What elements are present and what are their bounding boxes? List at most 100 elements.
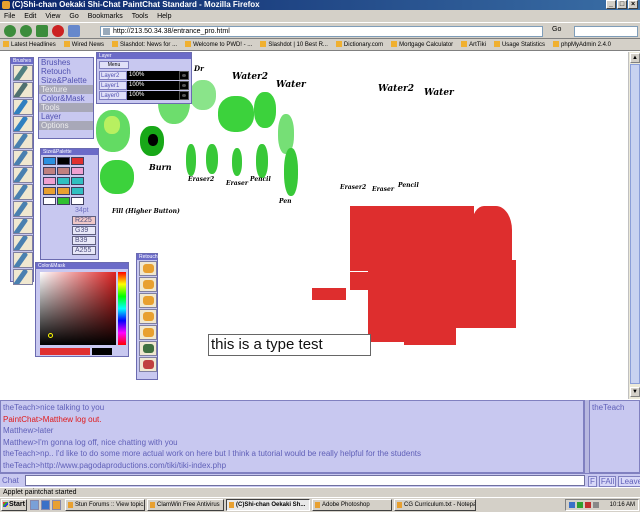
firefox-launch-icon[interactable] <box>52 500 61 510</box>
hue-slider[interactable] <box>118 272 126 345</box>
brush-dodge[interactable] <box>13 269 33 285</box>
alpha-value[interactable]: A255 <box>72 246 96 255</box>
menu-bookmarks[interactable]: Bookmarks <box>88 13 123 20</box>
user-list-item[interactable]: theTeach <box>592 403 637 412</box>
layer-row[interactable]: Layer0 100% <box>99 91 191 100</box>
bookmark-usage-statistics[interactable]: Usage Statistics <box>494 41 545 48</box>
menu-item-texture[interactable]: Texture <box>39 85 93 94</box>
color-picker-cursor[interactable] <box>48 333 53 338</box>
brush-pencil[interactable] <box>13 65 33 81</box>
bookmark-pwd[interactable]: Welcome to PWD! - ... <box>185 41 252 48</box>
bookmark-latest-headlines[interactable]: Latest Headlines <box>3 41 56 48</box>
chat-input[interactable] <box>25 475 585 486</box>
task-clamwin[interactable]: ClamWin Free Antivirus <box>147 499 224 511</box>
palette-swatch[interactable] <box>43 177 56 185</box>
bookmark-wired-news[interactable]: Wired News <box>64 41 104 48</box>
layer-opacity[interactable]: 100% <box>127 91 179 100</box>
page-scrollbar[interactable]: ▲ ▼ <box>628 52 640 399</box>
menu-item-color-mask[interactable]: Color&Mask <box>39 94 93 103</box>
retouch-tool[interactable] <box>139 325 157 340</box>
go-button[interactable]: Go <box>552 26 561 33</box>
palette-swatch[interactable] <box>43 157 56 165</box>
scroll-thumb[interactable] <box>630 64 640 384</box>
bookmark-arttiki[interactable]: ArtTiki <box>461 41 486 48</box>
brush-airbrush[interactable] <box>13 201 33 217</box>
red-value[interactable]: R225 <box>72 216 96 225</box>
menu-item-retouch[interactable]: Retouch <box>39 67 93 76</box>
palette-swatch[interactable] <box>43 167 56 175</box>
brush-water2[interactable] <box>13 150 33 166</box>
tray-app-icon[interactable] <box>585 502 591 508</box>
bookmark-phpmyadmin[interactable]: phpMyAdmin 2.4.0 <box>553 41 611 48</box>
palette-swatch[interactable] <box>71 187 84 195</box>
brush-fill[interactable] <box>13 235 33 251</box>
brush-blur[interactable] <box>13 184 33 200</box>
text-tool-box[interactable]: this is a type test <box>208 334 371 356</box>
bookmark-slashdot-best[interactable]: Slashdot | 10 Best R... <box>260 41 328 48</box>
menu-item-tools[interactable]: Tools <box>39 103 93 112</box>
network-icon[interactable] <box>569 502 575 508</box>
mask-color[interactable] <box>92 348 112 355</box>
brush-burn[interactable] <box>13 167 33 183</box>
task-stun-forums[interactable]: Stun Forums :: View topic... <box>65 499 145 511</box>
layer-row[interactable]: Layer1 100% <box>99 81 191 90</box>
back-icon[interactable] <box>4 25 16 37</box>
palette-swatch[interactable] <box>57 187 70 195</box>
layer-opacity[interactable]: 100% <box>127 81 179 90</box>
brush-size-value[interactable]: 34pt <box>75 207 89 214</box>
task-photoshop[interactable]: Adobe Photoshop <box>312 499 392 511</box>
chat-f-button[interactable]: F <box>588 476 597 487</box>
menu-view[interactable]: View <box>45 13 60 20</box>
task-oekaki[interactable]: (C)Shi-chan Oekaki Sh... <box>226 499 310 511</box>
brush-water[interactable] <box>13 133 33 149</box>
palette-swatch[interactable] <box>43 187 56 195</box>
retouch-tool[interactable] <box>139 293 157 308</box>
task-notepad[interactable]: CG Curriculum.txt - Notepad <box>394 499 476 511</box>
menu-item-layer[interactable]: Layer <box>39 112 93 121</box>
menu-edit[interactable]: Edit <box>24 13 36 20</box>
browser-launch-icon[interactable] <box>41 500 50 510</box>
blue-value[interactable]: B39 <box>72 236 96 245</box>
volume-icon[interactable] <box>593 502 599 508</box>
retouch-tool[interactable] <box>139 309 157 324</box>
scroll-down-icon[interactable]: ▼ <box>630 387 640 397</box>
palette-swatch[interactable] <box>57 177 70 185</box>
antivirus-icon[interactable] <box>577 502 583 508</box>
palette-swatch[interactable] <box>71 177 84 185</box>
retouch-tool[interactable] <box>139 277 157 292</box>
oekaki-canvas[interactable]: Water2 Water Water2 Water Burn Eraser2 E… <box>0 52 628 399</box>
current-color[interactable] <box>40 348 90 355</box>
bookmark-dictionary[interactable]: Dictionary.com <box>336 41 383 48</box>
bookmark-mortgage-calculator[interactable]: Mortgage Calculator <box>391 41 453 48</box>
reload-icon[interactable] <box>36 25 48 37</box>
layer-row[interactable]: Layer2 100% <box>99 71 191 80</box>
menu-file[interactable]: File <box>4 13 15 20</box>
brush-smudge[interactable] <box>13 218 33 234</box>
menu-item-brushes[interactable]: Brushes <box>39 58 93 67</box>
green-value[interactable]: G39 <box>72 226 96 235</box>
scroll-up-icon[interactable]: ▲ <box>630 53 640 63</box>
palette-swatch[interactable] <box>57 167 70 175</box>
maximize-button[interactable]: □ <box>617 0 627 9</box>
minimize-button[interactable]: _ <box>606 0 616 9</box>
palette-swatch[interactable] <box>71 157 84 165</box>
show-desktop-icon[interactable] <box>30 500 39 510</box>
eye-icon[interactable] <box>179 81 189 90</box>
brush-eraser2[interactable] <box>13 116 33 132</box>
retouch-tool[interactable] <box>139 341 157 356</box>
start-button[interactable]: Start <box>1 499 27 511</box>
layer-menu-button[interactable]: Menu <box>99 61 129 69</box>
menu-item-options[interactable]: Options <box>39 121 93 130</box>
palette-swatch[interactable] <box>57 197 70 205</box>
close-button[interactable]: × <box>628 0 638 9</box>
eye-icon[interactable] <box>179 91 189 100</box>
chat-leave-button[interactable]: Leave <box>618 476 640 487</box>
eye-icon[interactable] <box>179 71 189 80</box>
window-title-bar[interactable]: (C)Shi-chan Oekaki Shi-Chat PaintChat St… <box>0 0 640 10</box>
palette-swatch[interactable] <box>71 197 84 205</box>
brushes-panel[interactable]: Brushes <box>10 57 34 285</box>
brush-pen[interactable] <box>13 82 33 98</box>
palette-swatch[interactable] <box>43 197 56 205</box>
chat-fall-button[interactable]: FAll <box>598 476 617 487</box>
brush-text[interactable] <box>13 252 33 268</box>
